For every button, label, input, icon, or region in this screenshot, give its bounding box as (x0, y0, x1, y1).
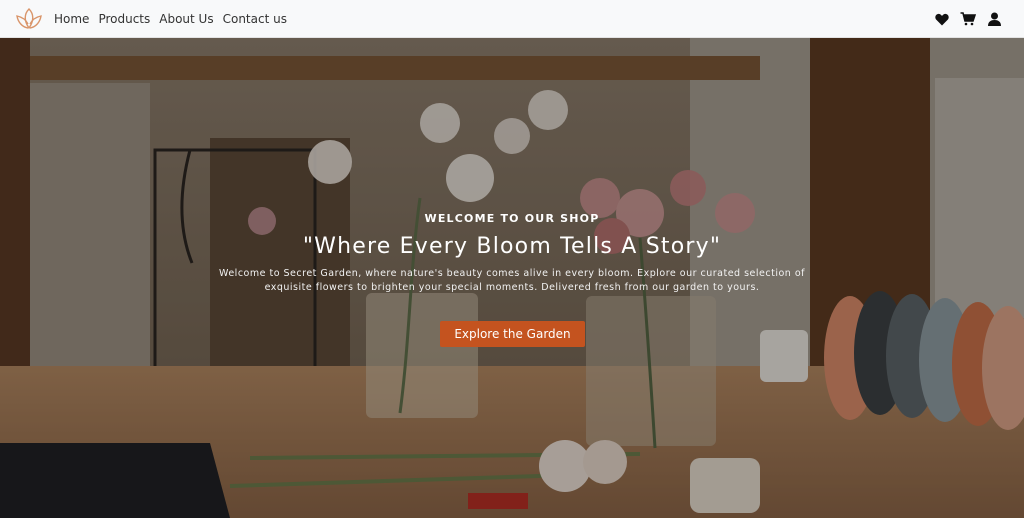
nav-link-about[interactable]: About Us (159, 12, 213, 26)
hero-headline: "Where Every Bloom Tells A Story" (302, 234, 722, 259)
hero-eyebrow: WELCOME TO OUR SHOP (424, 212, 600, 225)
hero-description: Welcome to Secret Garden, where nature's… (219, 268, 805, 293)
explore-garden-button[interactable]: Explore the Garden (440, 321, 585, 347)
nav-links: Home Products About Us Contact us (54, 12, 296, 26)
hero-content: WELCOME TO OUR SHOP "Where Every Bloom T… (0, 38, 1024, 518)
hero-banner: WELCOME TO OUR SHOP "Where Every Bloom T… (0, 38, 1024, 518)
lotus-logo-icon[interactable] (14, 5, 44, 33)
nav-link-home[interactable]: Home (54, 12, 89, 26)
nav-link-products[interactable]: Products (98, 12, 150, 26)
nav-link-contact[interactable]: Contact us (223, 12, 287, 26)
navbar: Home Products About Us Contact us (0, 0, 1024, 38)
nav-icons (924, 0, 1002, 38)
cart-icon[interactable] (960, 11, 976, 27)
user-icon[interactable] (986, 11, 1002, 27)
heart-icon[interactable] (934, 11, 950, 27)
